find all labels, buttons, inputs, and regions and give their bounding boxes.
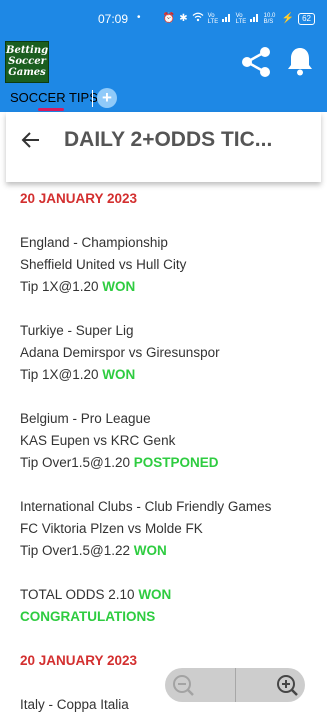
status-bar: 07:09 • ⏰ ✱ Vo LTE Vo LTE 10.0 B/S ⚡ 62 — [0, 0, 327, 38]
page-header: DAILY 2+ODDS TIC... — [6, 112, 321, 182]
match-league: Turkiye - Super Lig — [20, 323, 134, 338]
match-item: International Clubs - Club Friendly Game… — [20, 496, 320, 562]
match-teams: FC Viktoria Plzen vs Molde FK — [20, 521, 203, 536]
congratulations-text: CONGRATULATIONS — [20, 609, 156, 624]
date-heading: 20 JANUARY 2023 — [20, 191, 138, 206]
zoom-out-button[interactable] — [165, 668, 235, 702]
status-icons: ⏰ ✱ Vo LTE Vo LTE 10.0 B/S ⚡ 62 — [163, 12, 315, 25]
match-tip: Tip Over1.5@1.22 WON — [20, 540, 320, 562]
match-item: Belgium - Pro League KAS Eupen vs KRC Ge… — [20, 408, 320, 474]
app-logo: Betting Soccer Games — [5, 41, 49, 83]
result-badge: WON — [133, 543, 167, 558]
match-item: Turkiye - Super Lig Adana Demirspor vs G… — [20, 320, 320, 386]
tip-text: Tip 1X@1.20 — [20, 367, 99, 382]
zoom-in-button[interactable] — [236, 668, 305, 702]
total-odds-text: TOTAL ODDS 2.10 — [20, 587, 135, 602]
match-teams: Adana Demirspor vs Giresunspor — [20, 345, 220, 360]
match-tip: Tip Over1.5@1.20 POSTPONED — [20, 452, 320, 474]
volte-icon: Vo LTE — [207, 12, 219, 25]
volte-icon-2: Vo LTE — [235, 12, 247, 25]
result-badge: WON — [102, 367, 136, 382]
signal-icon-2 — [249, 12, 260, 25]
signal-icon — [221, 12, 232, 25]
match-league: International Clubs - Club Friendly Game… — [20, 499, 272, 514]
share-icon[interactable] — [238, 46, 274, 78]
tab-divider — [92, 90, 93, 107]
app-bar: Betting Soccer Games — [0, 38, 327, 86]
tip-text: Tip Over1.5@1.20 — [20, 455, 131, 470]
back-arrow-icon[interactable] — [21, 130, 41, 150]
page-title: DAILY 2+ODDS TIC... — [64, 128, 273, 151]
result-badge: POSTPONED — [133, 455, 219, 470]
notification-bell-icon[interactable] — [285, 45, 315, 77]
net-speed: 10.0 B/S — [263, 12, 276, 25]
match-league: Belgium - Pro League — [20, 411, 151, 426]
match-item: England - Championship Sheffield United … — [20, 232, 320, 298]
total-result-badge: WON — [138, 587, 172, 602]
battery-icon: 62 — [298, 12, 315, 25]
match-teams: KAS Eupen vs KRC Genk — [20, 433, 176, 448]
result-badge: WON — [102, 279, 136, 294]
tab-active-indicator — [38, 108, 64, 111]
match-tip: Tip 1X@1.20 WON — [20, 276, 320, 298]
bluetooth-icon: ✱ — [179, 13, 188, 24]
match-league: England - Championship — [20, 235, 168, 250]
charging-icon: ⚡ — [281, 13, 295, 24]
wifi-icon — [192, 12, 204, 25]
tab-soccer-tips[interactable]: SOCCER TIPS — [10, 90, 98, 105]
total-odds: TOTAL ODDS 2.10 WON — [20, 584, 320, 606]
status-time: 07:09 — [98, 12, 129, 26]
zoom-in-icon — [277, 675, 298, 696]
status-dot: • — [137, 12, 141, 23]
add-tab-button[interactable]: + — [97, 88, 117, 108]
zoom-out-icon — [173, 675, 194, 696]
tip-text: Tip Over1.5@1.22 — [20, 543, 131, 558]
tip-text: Tip 1X@1.20 — [20, 279, 99, 294]
match-teams: Sheffield United vs Hull City — [20, 257, 187, 272]
zoom-control — [165, 668, 305, 702]
alarm-icon: ⏰ — [162, 13, 176, 24]
tab-bar: SOCCER TIPS + — [0, 86, 327, 112]
match-tip: Tip 1X@1.20 WON — [20, 364, 320, 386]
tips-content: 20 JANUARY 2023 England - Championship S… — [20, 188, 320, 716]
